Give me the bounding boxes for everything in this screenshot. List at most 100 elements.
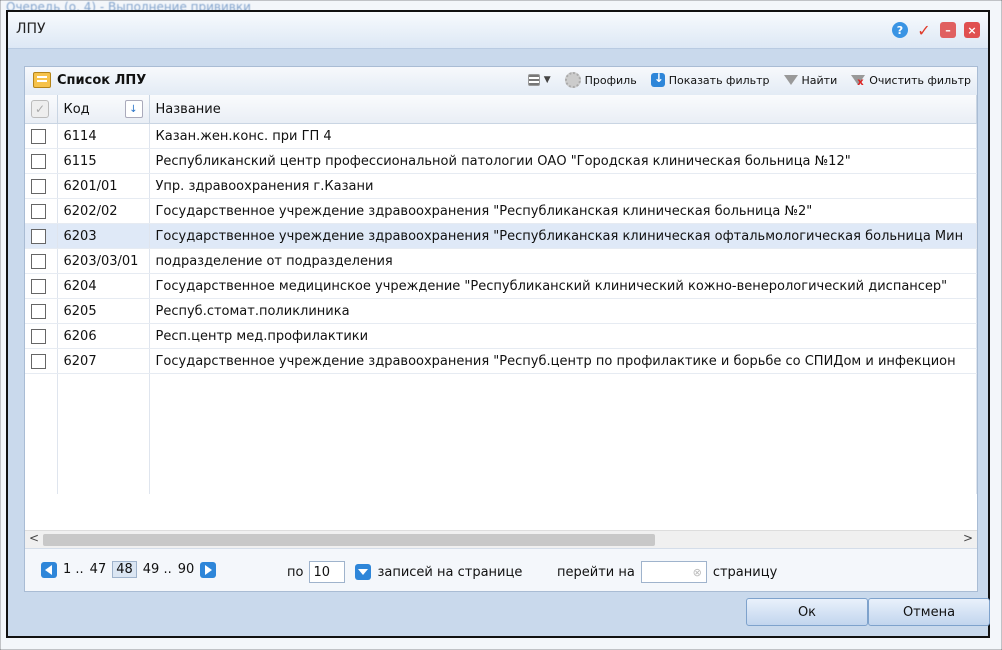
row-checkbox[interactable] xyxy=(31,203,46,219)
empty-cell xyxy=(149,422,977,446)
scroll-left-icon[interactable]: < xyxy=(29,531,39,545)
select-all-checkbox[interactable]: ✓ xyxy=(31,100,49,118)
empty-row xyxy=(25,470,977,494)
filter-icon xyxy=(783,75,798,85)
clear-filter-button[interactable]: Очистить фильтр xyxy=(851,74,971,88)
row-checkbox-cell[interactable] xyxy=(25,198,58,224)
row-checkbox-cell[interactable] xyxy=(25,323,58,349)
name-cell: Государственное учреждение здравоохранен… xyxy=(149,348,977,374)
code-cell: 6203/03/01 xyxy=(57,248,150,274)
cancel-button[interactable]: Отмена xyxy=(868,598,990,626)
row-checkbox[interactable] xyxy=(31,303,46,319)
goto-page: перейти на ⊗ страницу xyxy=(557,561,777,583)
row-checkbox-cell[interactable] xyxy=(25,273,58,299)
table-row[interactable]: 6203/03/01 подразделение от подразделения xyxy=(25,248,977,274)
horizontal-scrollbar[interactable]: < > xyxy=(25,530,977,549)
goto-label: перейти на xyxy=(557,564,635,580)
goto-page-input[interactable]: ⊗ xyxy=(640,561,707,583)
table-row[interactable]: 6203 Государственное учреждение здравоохр… xyxy=(25,223,977,249)
code-cell: 6206 xyxy=(57,323,150,349)
table-row[interactable]: 6205 Респуб.стомат.поликлиника xyxy=(25,298,977,324)
code-cell: 6207 xyxy=(57,348,150,374)
show-filter-button[interactable]: Показать фильтр xyxy=(650,71,770,87)
table-row[interactable]: 6206 Респ.центр мед.профилактики xyxy=(25,323,977,349)
records-label: записей на странице xyxy=(377,564,523,580)
download-icon xyxy=(650,71,665,87)
row-checkbox-cell[interactable] xyxy=(25,173,58,199)
page-last[interactable]: 90 xyxy=(178,562,195,577)
row-checkbox[interactable] xyxy=(31,278,46,294)
table-row[interactable]: 6207 Государственное учреждение здравоохр… xyxy=(25,348,977,374)
code-cell: 6114 xyxy=(57,123,150,149)
pager: 1 .. 47 48 49 .. 90 по 10 записей на стр… xyxy=(25,548,977,591)
page-first[interactable]: 1 .. xyxy=(63,562,84,577)
row-checkbox-cell[interactable] xyxy=(25,123,58,149)
row-checkbox[interactable] xyxy=(31,353,46,369)
row-checkbox[interactable] xyxy=(31,253,46,269)
name-cell: Республиканский центр профессиональной п… xyxy=(149,148,977,174)
empty-row xyxy=(25,446,977,470)
empty-row xyxy=(25,398,977,422)
empty-row xyxy=(25,422,977,446)
table-row[interactable]: 6115 Республиканский центр профессиональн… xyxy=(25,148,977,174)
row-checkbox-cell[interactable] xyxy=(25,298,58,324)
table-header-row: ✓ Код ↓ Название xyxy=(25,95,977,124)
toolbar-actions: ▼ Профиль Показать фильтр Найти Очистить… xyxy=(527,71,971,88)
checkmark-icon[interactable]: ✓ xyxy=(916,21,932,40)
columns-icon xyxy=(527,74,540,86)
minimize-icon[interactable]: – xyxy=(940,22,956,38)
name-cell: подразделение от подразделения xyxy=(149,248,977,274)
close-icon[interactable]: × xyxy=(964,22,980,38)
row-checkbox[interactable] xyxy=(31,128,46,144)
scrollbar-thumb[interactable] xyxy=(43,534,655,546)
empty-cell xyxy=(57,422,150,446)
row-checkbox[interactable] xyxy=(31,328,46,344)
empty-cell xyxy=(25,373,58,398)
table-row[interactable]: 6114 Казан.жен.конс. при ГП 4 xyxy=(25,123,977,149)
row-checkbox-cell[interactable] xyxy=(25,348,58,374)
find-button[interactable]: Найти xyxy=(783,73,838,87)
empty-cell xyxy=(149,446,977,470)
empty-cell xyxy=(25,470,58,494)
page-47[interactable]: 47 xyxy=(90,562,107,577)
empty-cell xyxy=(25,446,58,470)
find-label: Найти xyxy=(801,73,838,87)
name-cell: Упр. здравоохранения г.Казани xyxy=(149,173,977,199)
table-row[interactable]: 6202/02 Государственное учреждение здраво… xyxy=(25,198,977,224)
empty-cell xyxy=(25,422,58,446)
lpu-table: ✓ Код ↓ Название 6114 Казан.жен.конс. при… xyxy=(25,95,977,494)
table-row[interactable]: 6201/01 Упр. здравоохранения г.Казани xyxy=(25,173,977,199)
column-header-name[interactable]: Название xyxy=(149,95,977,124)
column-name-label: Название xyxy=(155,101,221,117)
lpu-list-panel: Список ЛПУ ▼ Профиль Показать фильтр На xyxy=(24,66,978,592)
help-icon[interactable]: ? xyxy=(892,22,908,38)
clear-input-icon[interactable]: ⊗ xyxy=(693,566,702,579)
name-cell: Респуб.стомат.поликлиника xyxy=(149,298,977,324)
row-checkbox-cell[interactable] xyxy=(25,148,58,174)
code-cell: 6115 xyxy=(57,148,150,174)
select-all-header[interactable]: ✓ xyxy=(25,95,58,124)
ok-button[interactable]: Ок xyxy=(746,598,868,626)
page-current: 48 xyxy=(112,561,137,578)
row-checkbox[interactable] xyxy=(31,228,46,244)
scroll-right-icon[interactable]: > xyxy=(963,531,973,545)
list-icon xyxy=(33,72,51,88)
columns-menu-button[interactable]: ▼ xyxy=(527,74,551,86)
row-checkbox[interactable] xyxy=(31,178,46,194)
sort-icon[interactable]: ↓ xyxy=(124,100,143,118)
row-checkbox[interactable] xyxy=(31,153,46,169)
profile-button[interactable]: Профиль xyxy=(564,72,637,88)
empty-cell xyxy=(25,398,58,422)
page-49[interactable]: 49 .. xyxy=(143,562,172,577)
list-title: Список ЛПУ xyxy=(33,72,146,88)
row-checkbox-cell[interactable] xyxy=(25,223,58,249)
table-row[interactable]: 6204 Государственное медицинское учрежден… xyxy=(25,273,977,299)
prev-page-icon[interactable] xyxy=(41,561,57,578)
chevron-down-icon[interactable] xyxy=(355,564,372,580)
row-checkbox-cell[interactable] xyxy=(25,248,58,274)
next-page-icon[interactable] xyxy=(200,561,217,578)
per-page-select[interactable]: 10 xyxy=(309,561,346,583)
column-header-code[interactable]: Код ↓ xyxy=(57,95,150,124)
code-cell: 6203 xyxy=(57,223,150,249)
empty-cell xyxy=(149,398,977,422)
